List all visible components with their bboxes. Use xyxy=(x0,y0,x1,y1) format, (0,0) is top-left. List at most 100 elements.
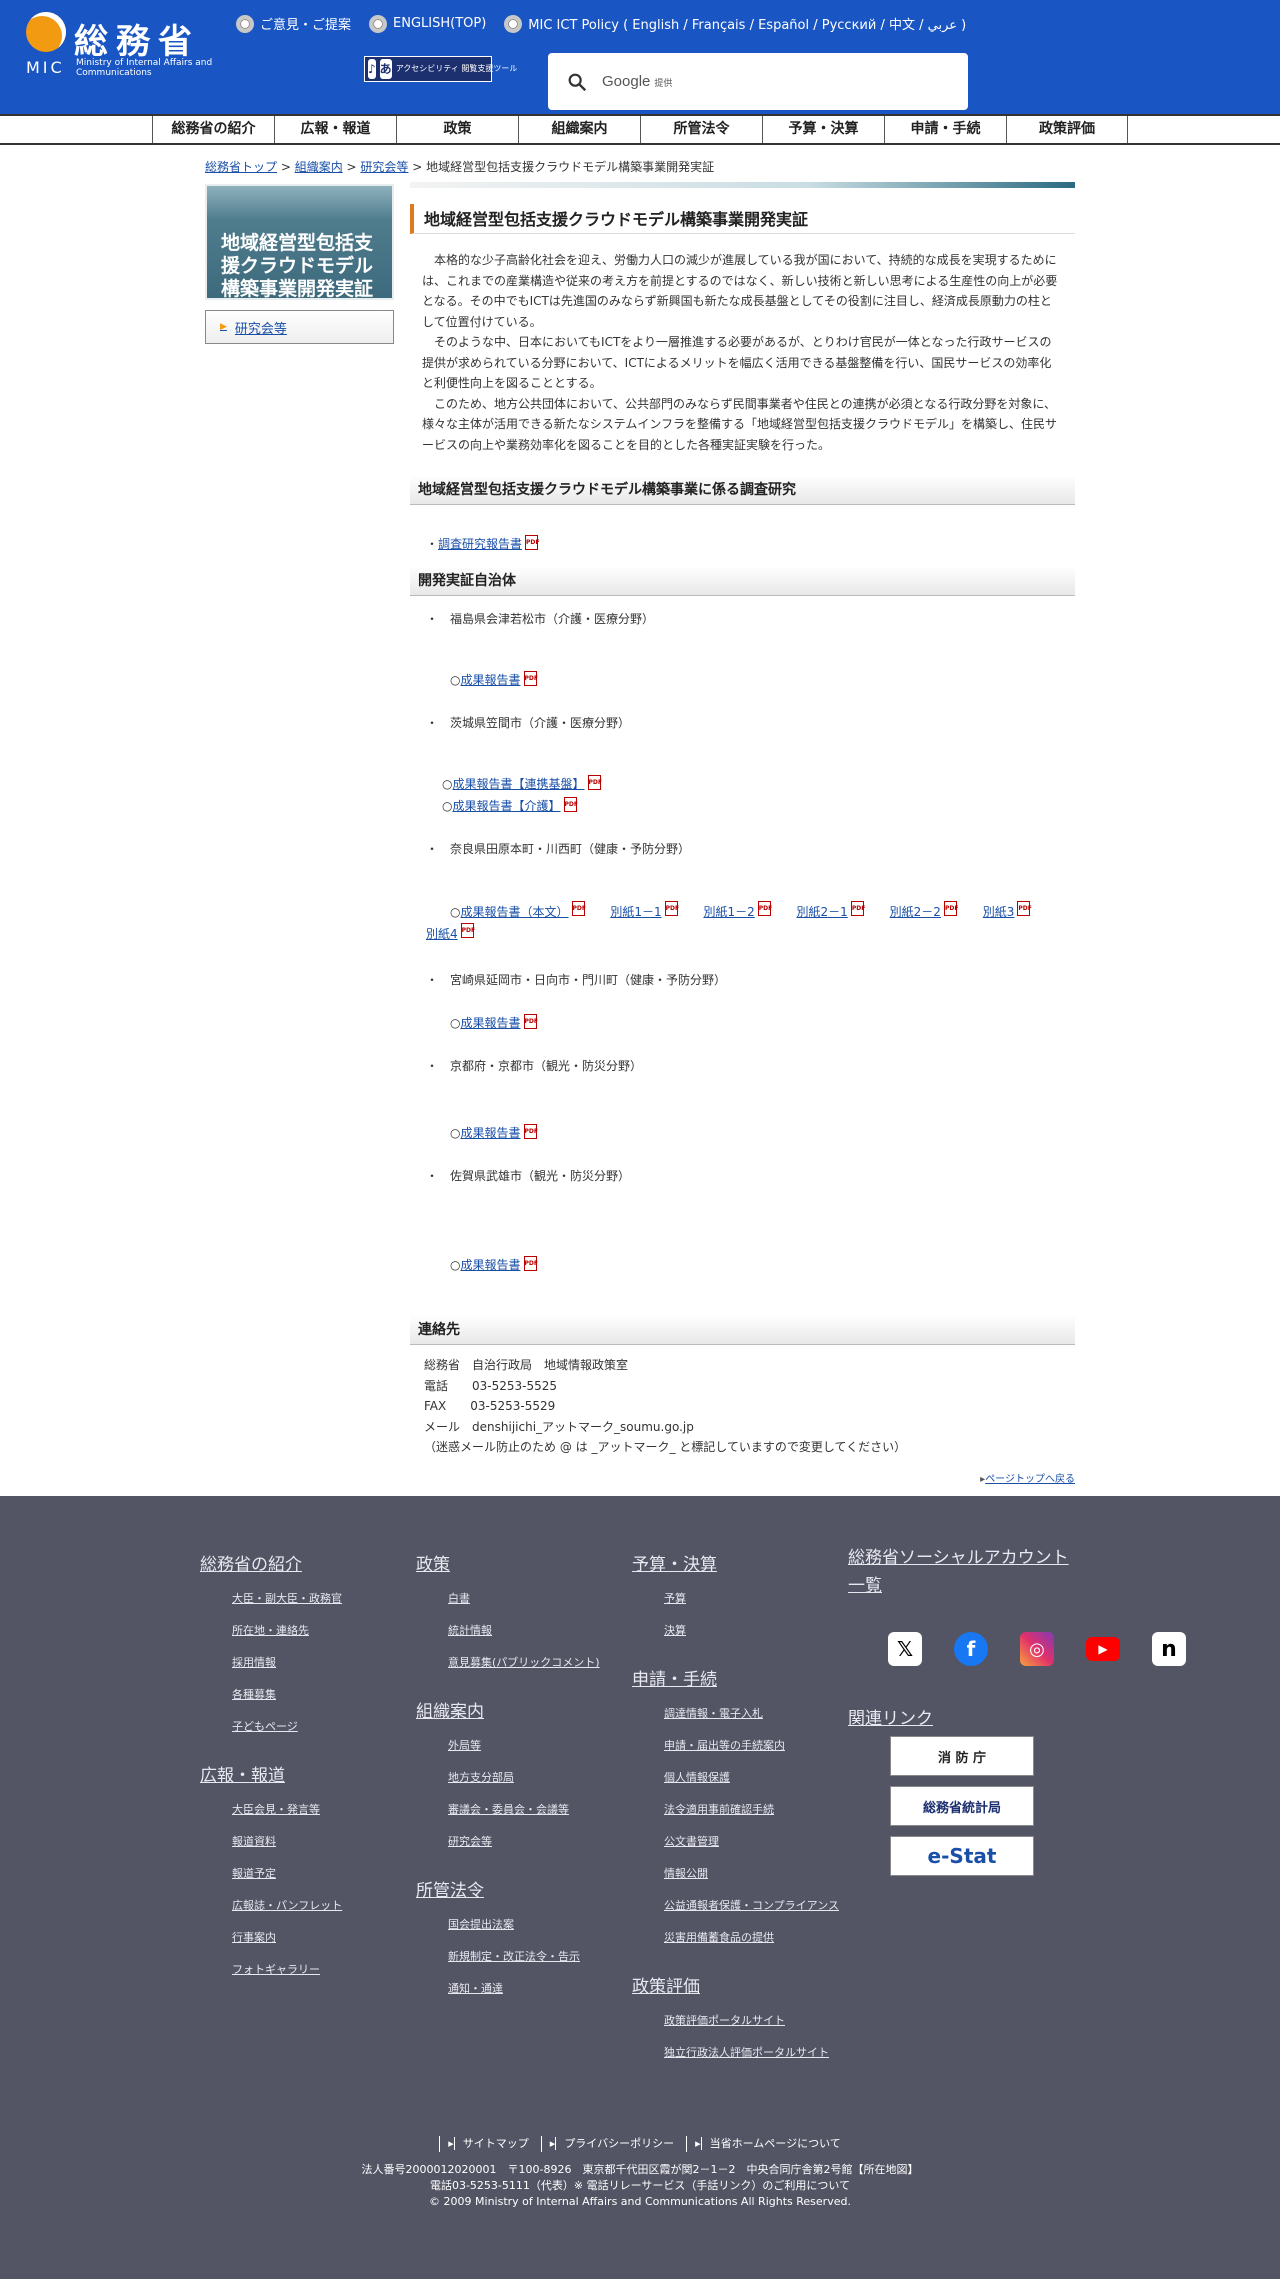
nav-press[interactable]: 広報・報道 xyxy=(274,116,396,143)
footer-link[interactable]: 報道資料 xyxy=(232,1826,400,1858)
footer-link[interactable]: 研究会等 xyxy=(448,1826,616,1858)
footer-link[interactable]: 新規制定・改正法令・告示 xyxy=(448,1941,616,1973)
page-top-link[interactable]: ページトップへ戻る xyxy=(985,1474,1075,1485)
radio-english[interactable]: ENGLISH(TOP) xyxy=(369,14,486,33)
breadcrumb-organization[interactable]: 組織案内 xyxy=(295,160,343,174)
about-site-link[interactable]: ▸ 当省ホームページについて xyxy=(686,2136,841,2152)
report-link[interactable]: 別紙1－1 xyxy=(610,905,661,919)
footer-link[interactable]: 統計情報 xyxy=(448,1615,616,1647)
accessibility-button[interactable]: ♪ あ アクセシビリティ 閲覧支援ツール xyxy=(364,56,517,82)
radio-label: ご意見・ご提案 xyxy=(260,18,352,33)
footer-link[interactable]: 情報公開 xyxy=(664,1858,852,1890)
report-link[interactable]: 成果報告書 xyxy=(460,673,520,687)
nav-organization[interactable]: 組織案内 xyxy=(518,116,640,143)
report-link[interactable]: 別紙2－1 xyxy=(797,905,848,919)
footer-link[interactable]: 地方支分部局 xyxy=(448,1762,616,1794)
estat-banner[interactable]: e-Stat xyxy=(890,1836,1034,1876)
footer-link[interactable]: 調達情報・電子入札 xyxy=(664,1698,852,1730)
mic-logo[interactable]: 総務省 MIC Ministry of Internal Affairs and… xyxy=(26,12,212,82)
footer-link[interactable]: 災害用備蓄食品の提供 xyxy=(664,1922,852,1954)
footer-heading[interactable]: 政策 xyxy=(416,1550,616,1575)
footer-link[interactable]: 所在地・連絡先 xyxy=(232,1615,400,1647)
nav-applications[interactable]: 申請・手続 xyxy=(884,116,1006,143)
footer-link[interactable]: 申請・届出等の手続案内 xyxy=(664,1730,852,1762)
footer-link[interactable]: 各種募集 xyxy=(232,1679,400,1711)
footer-link[interactable]: フォトギャラリー xyxy=(232,1954,400,1986)
radio-ict-policy[interactable]: MIC ICT Policy ( English / Français / Es… xyxy=(504,14,966,33)
footer-link[interactable]: 行事案内 xyxy=(232,1922,400,1954)
nav-policy[interactable]: 政策 xyxy=(396,116,518,143)
x-icon[interactable]: 𝕏 xyxy=(888,1632,922,1666)
footer-link[interactable]: 国会提出法案 xyxy=(448,1909,616,1941)
nav-evaluation[interactable]: 政策評価 xyxy=(1006,116,1128,143)
fdma-banner[interactable]: 消 防 庁 xyxy=(890,1736,1034,1776)
radio-opinion[interactable]: ご意見・ご提案 xyxy=(236,14,351,33)
footer-link[interactable]: 政策評価ポータルサイト xyxy=(664,2005,852,2037)
footer-link[interactable]: 法令適用事前確認手続 xyxy=(664,1794,852,1826)
pdf-icon: PDF xyxy=(523,1256,538,1271)
report-link[interactable]: 別紙4 xyxy=(426,927,458,941)
footer-link[interactable]: 子どもページ xyxy=(232,1711,400,1743)
footer-heading[interactable]: 広報・報道 xyxy=(200,1761,400,1786)
hiragana-icon: あ xyxy=(379,59,392,79)
report-link[interactable]: 成果報告書 xyxy=(460,1016,520,1030)
radio-label: ENGLISH(TOP) xyxy=(393,16,487,31)
facebook-icon[interactable]: f xyxy=(954,1632,988,1666)
report-link[interactable]: 成果報告書 xyxy=(460,1258,520,1272)
contact-org: 総務省 自治行政局 地域情報政策室 xyxy=(424,1358,629,1372)
report-link[interactable]: 別紙2－2 xyxy=(890,905,941,919)
note-icon[interactable]: n xyxy=(1152,1632,1186,1666)
report-link[interactable]: 成果報告書（本文） xyxy=(460,905,568,919)
report-link[interactable]: 別紙1－2 xyxy=(703,905,754,919)
social-heading[interactable]: 総務省ソーシャルアカウント一覧 xyxy=(848,1544,1078,1600)
footer-link[interactable]: 審議会・委員会・会議等 xyxy=(448,1794,616,1826)
sitemap-link[interactable]: ▸ サイトマップ xyxy=(439,2136,529,2152)
footer-link[interactable]: 採用情報 xyxy=(232,1647,400,1679)
related-heading[interactable]: 関連リンク xyxy=(848,1704,933,1729)
report-link[interactable]: 別紙3 xyxy=(983,905,1015,919)
research-report-link[interactable]: 調査研究報告書 xyxy=(438,537,522,551)
footer-link[interactable]: 決算 xyxy=(664,1615,852,1647)
footer-link[interactable]: 広報誌・パンフレット xyxy=(232,1890,400,1922)
contact-fax: FAX 03-5253-5529 xyxy=(424,1399,556,1413)
footer-link[interactable]: 意見募集(パブリックコメント) xyxy=(448,1647,616,1679)
footer-link[interactable]: 公益通報者保護・コンプライアンス xyxy=(664,1890,852,1922)
pdf-icon: PDF xyxy=(943,901,958,916)
report-item: ○成果報告書【介護】 PDF xyxy=(442,797,578,813)
intro-text: 本格的な少子高齢化社会を迎え、労働力人口の減少が進展している我が国において、持続… xyxy=(410,234,1075,455)
footer-heading[interactable]: 所管法令 xyxy=(416,1876,616,1901)
footer-link[interactable]: 個人情報保護 xyxy=(664,1762,852,1794)
search-box[interactable]: Google 提供 xyxy=(548,53,968,110)
logo-emblem-icon xyxy=(26,12,66,52)
youtube-icon[interactable]: ▶ xyxy=(1086,1637,1120,1661)
footer-heading[interactable]: 申請・手続 xyxy=(632,1665,852,1690)
sidebar-item-research[interactable]: ▶ 研究会等 xyxy=(205,310,394,344)
nav-laws[interactable]: 所管法令 xyxy=(640,116,762,143)
footer-link[interactable]: 大臣会見・発言等 xyxy=(232,1794,400,1826)
pdf-icon: PDF xyxy=(587,775,602,790)
language-radios: ご意見・ご提案 ENGLISH(TOP) MIC ICT Policy ( En… xyxy=(236,14,966,33)
footer-link[interactable]: 公文書管理 xyxy=(664,1826,852,1858)
breadcrumb-research[interactable]: 研究会等 xyxy=(360,160,408,174)
footer-link[interactable]: 報道予定 xyxy=(232,1858,400,1890)
report-link[interactable]: 成果報告書【連携基盤】 xyxy=(452,777,584,791)
footer-heading[interactable]: 組織案内 xyxy=(416,1697,616,1722)
footer-link[interactable]: 外局等 xyxy=(448,1730,616,1762)
report-link[interactable]: 成果報告書【介護】 xyxy=(452,799,560,813)
report-link[interactable]: 成果報告書 xyxy=(460,1126,520,1140)
breadcrumb-top[interactable]: 総務省トップ xyxy=(205,160,277,174)
instagram-icon[interactable]: ◎ xyxy=(1020,1632,1054,1666)
privacy-link[interactable]: ▸ プライバシーポリシー xyxy=(540,2136,675,2152)
nav-budget[interactable]: 予算・決算 xyxy=(762,116,884,143)
pdf-icon: PDF xyxy=(523,671,538,686)
footer-link[interactable]: 予算 xyxy=(664,1583,852,1615)
footer-heading[interactable]: 予算・決算 xyxy=(632,1550,852,1575)
nav-about[interactable]: 総務省の紹介 xyxy=(152,116,274,143)
footer-link[interactable]: 通知・通達 xyxy=(448,1973,616,2005)
footer-heading[interactable]: 総務省の紹介 xyxy=(200,1550,400,1575)
stat-bureau-banner[interactable]: 総務省統計局 xyxy=(890,1786,1034,1826)
footer-link[interactable]: 白書 xyxy=(448,1583,616,1615)
footer-link[interactable]: 独立行政法人評価ポータルサイト xyxy=(664,2037,852,2069)
footer-heading[interactable]: 政策評価 xyxy=(632,1972,852,1997)
footer-link[interactable]: 大臣・副大臣・政務官 xyxy=(232,1583,400,1615)
